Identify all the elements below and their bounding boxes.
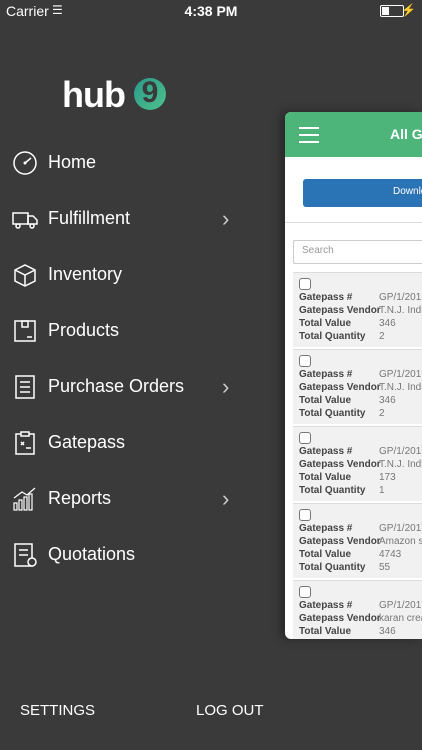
menu-label: Inventory bbox=[48, 264, 123, 284]
main-content-panel[interactable]: All Ga Downlo Search Gatepass #GP/1/2017… bbox=[285, 112, 422, 639]
logout-link[interactable]: LOG OUT bbox=[196, 702, 264, 719]
menu-item-quotations[interactable]: Quotations bbox=[0, 530, 260, 586]
menu-label: Quotations bbox=[48, 544, 136, 564]
menu-item-reports[interactable]: Reports › bbox=[0, 474, 260, 530]
panel-navbar: All Ga bbox=[285, 112, 422, 157]
divider bbox=[285, 222, 422, 223]
checkbox[interactable] bbox=[299, 586, 311, 598]
menu-label: Purchase Orders bbox=[48, 376, 185, 396]
menu-item-products[interactable]: Products bbox=[0, 306, 260, 362]
bar-chart-icon bbox=[13, 487, 36, 511]
menu-label: Gatepass bbox=[48, 432, 126, 452]
panel-title: All Ga bbox=[390, 126, 422, 142]
product-box-icon bbox=[14, 320, 36, 342]
chevron-right-icon: › bbox=[222, 206, 230, 231]
menu-label: Home bbox=[48, 152, 97, 172]
menu-label: Products bbox=[48, 320, 120, 340]
menu-item-fulfillment[interactable]: Fulfillment › bbox=[0, 194, 260, 250]
clipboard-icon bbox=[15, 431, 35, 455]
checkbox[interactable] bbox=[299, 509, 311, 521]
chevron-right-icon: › bbox=[222, 374, 230, 399]
search-input[interactable]: Search bbox=[293, 240, 422, 264]
logo-text: hub bbox=[62, 74, 126, 115]
menu-item-inventory[interactable]: Inventory bbox=[0, 250, 260, 306]
list-item[interactable]: Gatepass #GP/1/2017 Gatepass VendorT.N.J… bbox=[293, 349, 422, 424]
checkbox[interactable] bbox=[299, 278, 311, 290]
menu-item-home[interactable]: Home bbox=[0, 138, 260, 194]
chevron-right-icon: › bbox=[222, 486, 230, 511]
truck-icon bbox=[12, 212, 38, 229]
list-item[interactable]: Gatepass #GP/1/2017 Gatepass Vendorkaran… bbox=[293, 580, 422, 639]
list-item[interactable]: Gatepass #GP/1/2017 Gatepass VendorT.N.J… bbox=[293, 272, 422, 347]
menu-item-gatepass[interactable]: Gatepass bbox=[0, 418, 260, 474]
menu-label: Fulfillment bbox=[48, 208, 131, 228]
clock: 4:38 PM bbox=[184, 3, 238, 19]
status-bar: Carrier ☰ 4:38 PM ⚡ bbox=[0, 0, 422, 22]
list-document-icon bbox=[15, 375, 35, 399]
checkbox[interactable] bbox=[299, 355, 311, 367]
menu-label: Reports bbox=[48, 488, 112, 508]
box-icon bbox=[14, 264, 36, 287]
speedometer-icon bbox=[13, 151, 37, 175]
logo-badge: 9 bbox=[134, 76, 166, 110]
gatepass-list: Gatepass #GP/1/2017 Gatepass VendorT.N.J… bbox=[293, 272, 422, 639]
settings-link[interactable]: SETTINGS bbox=[20, 702, 95, 719]
quotation-document-icon bbox=[14, 543, 37, 567]
checkbox[interactable] bbox=[299, 432, 311, 444]
charging-icon: ⚡ bbox=[401, 3, 416, 17]
menu-item-purchase-orders[interactable]: Purchase Orders › bbox=[0, 362, 260, 418]
list-item[interactable]: Gatepass #GP/1/2017 Gatepass VendorAmazo… bbox=[293, 503, 422, 578]
list-item[interactable]: Gatepass #GP/1/2017 Gatepass VendorT.N.J… bbox=[293, 426, 422, 501]
download-button[interactable]: Downlo bbox=[303, 179, 422, 207]
hamburger-menu-icon[interactable] bbox=[299, 127, 319, 148]
